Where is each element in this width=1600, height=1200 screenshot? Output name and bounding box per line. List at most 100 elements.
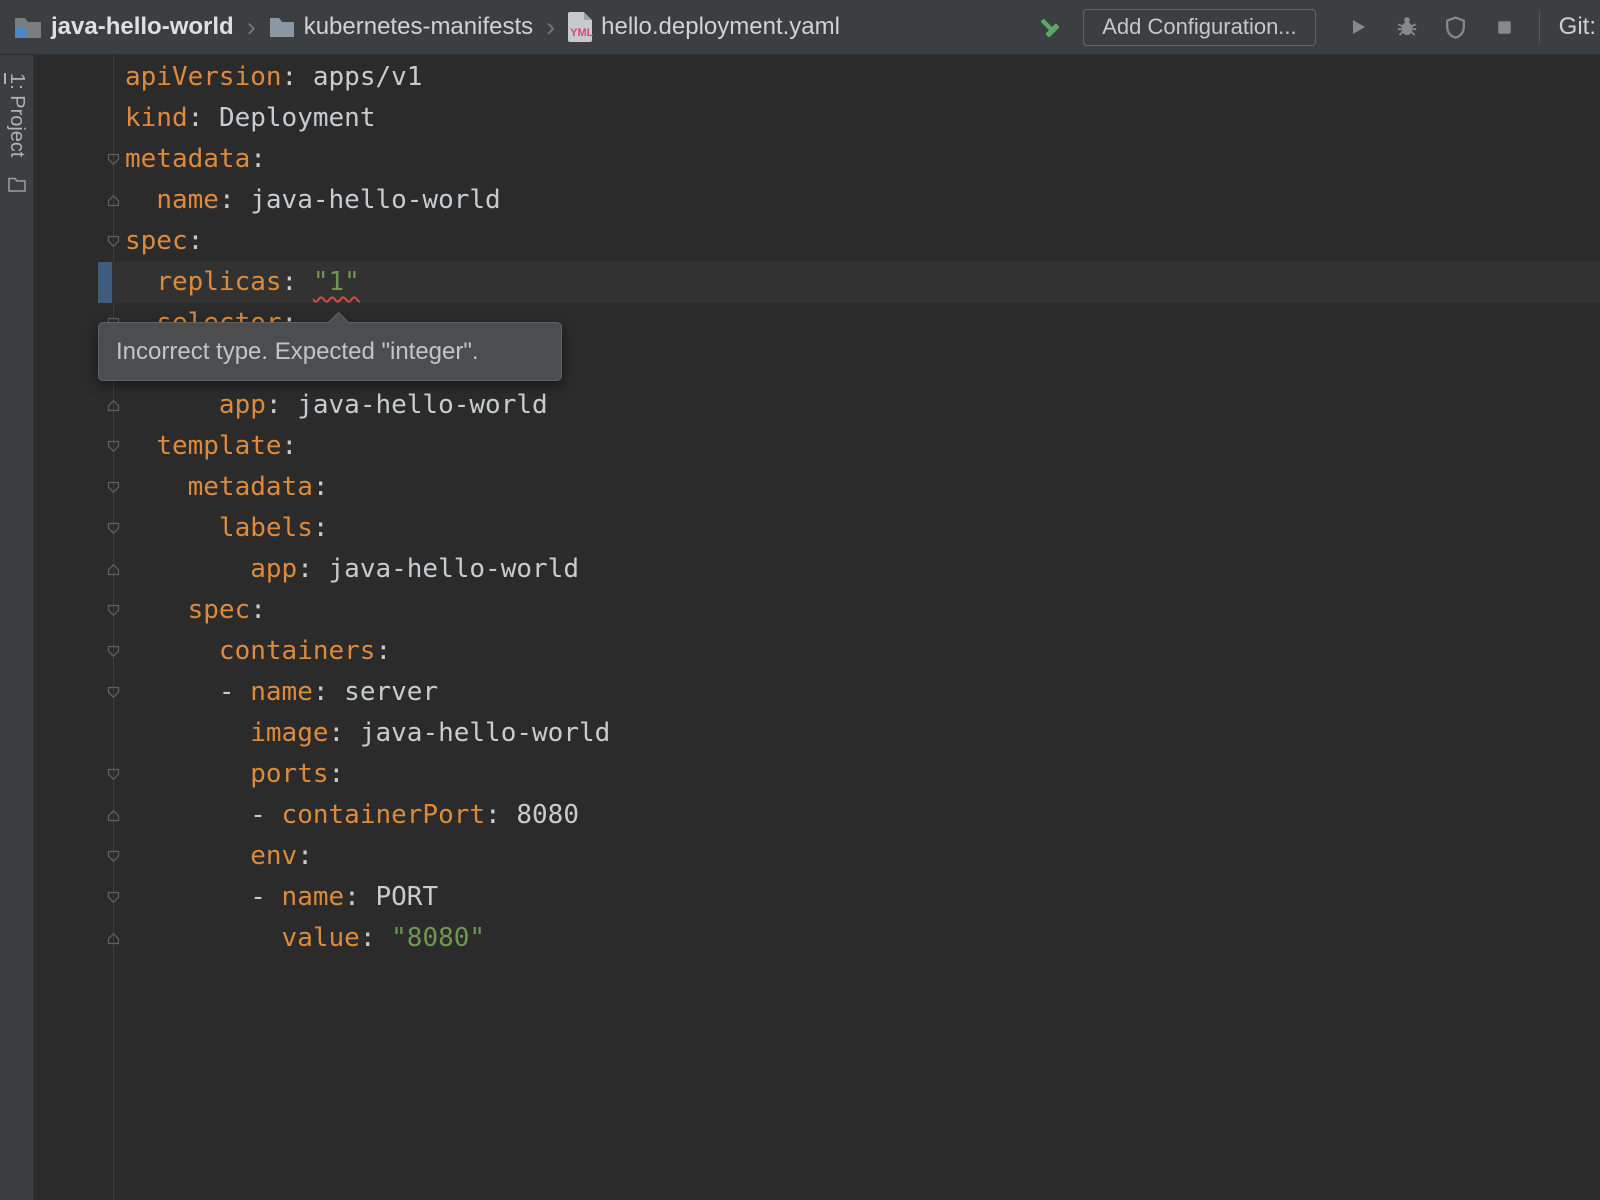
code-line[interactable]: env: bbox=[35, 836, 1600, 877]
code-line[interactable]: app: java-hello-world bbox=[35, 549, 1600, 590]
fold-up-icon[interactable] bbox=[107, 399, 120, 412]
code-line[interactable]: - containerPort: 8080 bbox=[35, 795, 1600, 836]
yaml-key: name bbox=[250, 677, 313, 707]
code-line[interactable]: metadata: bbox=[35, 139, 1600, 180]
yaml-value: java-hello-world bbox=[360, 718, 610, 748]
fold-up-icon[interactable] bbox=[107, 932, 120, 945]
code-line[interactable]: image: java-hello-world bbox=[35, 713, 1600, 754]
code-editor[interactable]: apiVersion: apps/v1 kind: Deployment metad… bbox=[35, 55, 1600, 1200]
code-text: - containerPort: 8080 bbox=[125, 800, 579, 830]
run-play-icon[interactable] bbox=[1343, 12, 1373, 42]
code-line[interactable]: spec: bbox=[35, 221, 1600, 262]
code-text: env: bbox=[125, 841, 313, 871]
yaml-value: Deployment bbox=[219, 103, 376, 133]
code-text: value: "8080" bbox=[125, 923, 485, 953]
breadcrumb-file[interactable]: YML hello.deployment.yaml bbox=[568, 12, 840, 42]
chevron-right-icon: › bbox=[546, 14, 555, 41]
project-folder-icon bbox=[14, 15, 42, 39]
code-text: app: java-hello-world bbox=[125, 390, 548, 420]
yaml-key: spec bbox=[125, 226, 188, 256]
yaml-value: apps/v1 bbox=[313, 62, 423, 92]
code-text: labels: bbox=[125, 513, 329, 543]
fold-down-icon[interactable] bbox=[107, 235, 120, 248]
code-line[interactable]: - name: server bbox=[35, 672, 1600, 713]
yaml-key: env bbox=[250, 841, 297, 871]
code-text: app: java-hello-world bbox=[125, 554, 579, 584]
yaml-key: image bbox=[250, 718, 328, 748]
code-line[interactable]: - name: PORT bbox=[35, 877, 1600, 918]
fold-down-icon[interactable] bbox=[107, 891, 120, 904]
build-hammer-icon[interactable] bbox=[1034, 12, 1064, 42]
yaml-key: replicas bbox=[156, 267, 281, 297]
yaml-key: containerPort bbox=[282, 800, 486, 830]
breadcrumb-label[interactable]: kubernetes-manifests bbox=[304, 13, 533, 41]
run-coverage-shield-icon[interactable] bbox=[1441, 12, 1471, 42]
git-branch-widget[interactable]: Git: bbox=[1559, 13, 1596, 41]
code-text: spec: bbox=[125, 595, 266, 625]
code-line[interactable]: containers: bbox=[35, 631, 1600, 672]
code-text: containers: bbox=[125, 636, 391, 666]
code-text: apiVersion: apps/v1 bbox=[125, 62, 422, 92]
fold-up-icon[interactable] bbox=[107, 809, 120, 822]
code-line[interactable]: ports: bbox=[35, 754, 1600, 795]
breadcrumb-label[interactable]: java-hello-world bbox=[51, 13, 234, 41]
breadcrumb-folder[interactable]: kubernetes-manifests bbox=[269, 13, 533, 41]
breadcrumb-project[interactable]: java-hello-world bbox=[14, 13, 234, 41]
yaml-key: labels bbox=[219, 513, 313, 543]
yaml-key: metadata bbox=[188, 472, 313, 502]
code-line[interactable]: metadata: bbox=[35, 467, 1600, 508]
navigation-bar: java-hello-world › kubernetes-manifests … bbox=[0, 0, 1600, 55]
code-line[interactable]: app: java-hello-world bbox=[35, 385, 1600, 426]
fold-down-icon[interactable] bbox=[107, 481, 120, 494]
code-text: template: bbox=[125, 431, 297, 461]
fold-down-icon[interactable] bbox=[107, 440, 120, 453]
fold-down-icon[interactable] bbox=[107, 645, 120, 658]
yaml-key: kind bbox=[125, 103, 188, 133]
caret-line-marker bbox=[98, 262, 112, 303]
yaml-key: apiVersion bbox=[125, 62, 282, 92]
code-line[interactable]: kind: Deployment bbox=[35, 98, 1600, 139]
yaml-key: value bbox=[282, 923, 360, 953]
code-text: - name: PORT bbox=[125, 882, 438, 912]
fold-down-icon[interactable] bbox=[107, 850, 120, 863]
chevron-right-icon: › bbox=[247, 14, 256, 41]
yaml-value: java-hello-world bbox=[250, 185, 500, 215]
fold-down-icon[interactable] bbox=[107, 604, 120, 617]
add-configuration-button[interactable]: Add Configuration... bbox=[1083, 9, 1315, 46]
yaml-key: spec bbox=[188, 595, 251, 625]
yaml-key: app bbox=[250, 554, 297, 584]
fold-up-icon[interactable] bbox=[107, 194, 120, 207]
code-text: metadata: bbox=[125, 144, 266, 174]
fold-down-icon[interactable] bbox=[107, 522, 120, 535]
fold-down-icon[interactable] bbox=[107, 686, 120, 699]
error-tooltip: Incorrect type. Expected "integer". bbox=[98, 322, 562, 381]
code-line[interactable]: spec: bbox=[35, 590, 1600, 631]
yaml-file-icon: YML bbox=[568, 12, 592, 42]
code-text: spec: bbox=[125, 226, 203, 256]
sidebar-item-project[interactable]: 1: Project bbox=[5, 73, 28, 157]
code-line[interactable]: template: bbox=[35, 426, 1600, 467]
run-toolbar: Add Configuration... Git: bbox=[1034, 9, 1600, 46]
breadcrumb-label[interactable]: hello.deployment.yaml bbox=[601, 13, 840, 41]
yaml-key: name bbox=[156, 185, 219, 215]
code-text: replicas: "1" bbox=[125, 267, 360, 297]
yaml-value: PORT bbox=[375, 882, 438, 912]
fold-up-icon[interactable] bbox=[107, 563, 120, 576]
code-line[interactable]: name: java-hello-world bbox=[35, 180, 1600, 221]
yaml-value: "8080" bbox=[391, 923, 485, 953]
yaml-key: app bbox=[219, 390, 266, 420]
debug-bug-icon[interactable] bbox=[1392, 12, 1422, 42]
tool-window-stripe: 1: Project bbox=[0, 55, 34, 1200]
code-text: name: java-hello-world bbox=[125, 185, 501, 215]
yaml-value: server bbox=[344, 677, 438, 707]
code-line[interactable]: value: "8080" bbox=[35, 918, 1600, 959]
yaml-key: metadata bbox=[125, 144, 250, 174]
yaml-badge-label: YML bbox=[570, 27, 593, 39]
project-tool-icon[interactable] bbox=[8, 177, 26, 197]
stop-icon[interactable] bbox=[1490, 12, 1520, 42]
code-line[interactable]: apiVersion: apps/v1 bbox=[35, 57, 1600, 98]
code-line[interactable]: labels: bbox=[35, 508, 1600, 549]
code-line[interactable]: replicas: "1" bbox=[35, 262, 1600, 303]
fold-down-icon[interactable] bbox=[107, 768, 120, 781]
fold-down-icon[interactable] bbox=[107, 153, 120, 166]
